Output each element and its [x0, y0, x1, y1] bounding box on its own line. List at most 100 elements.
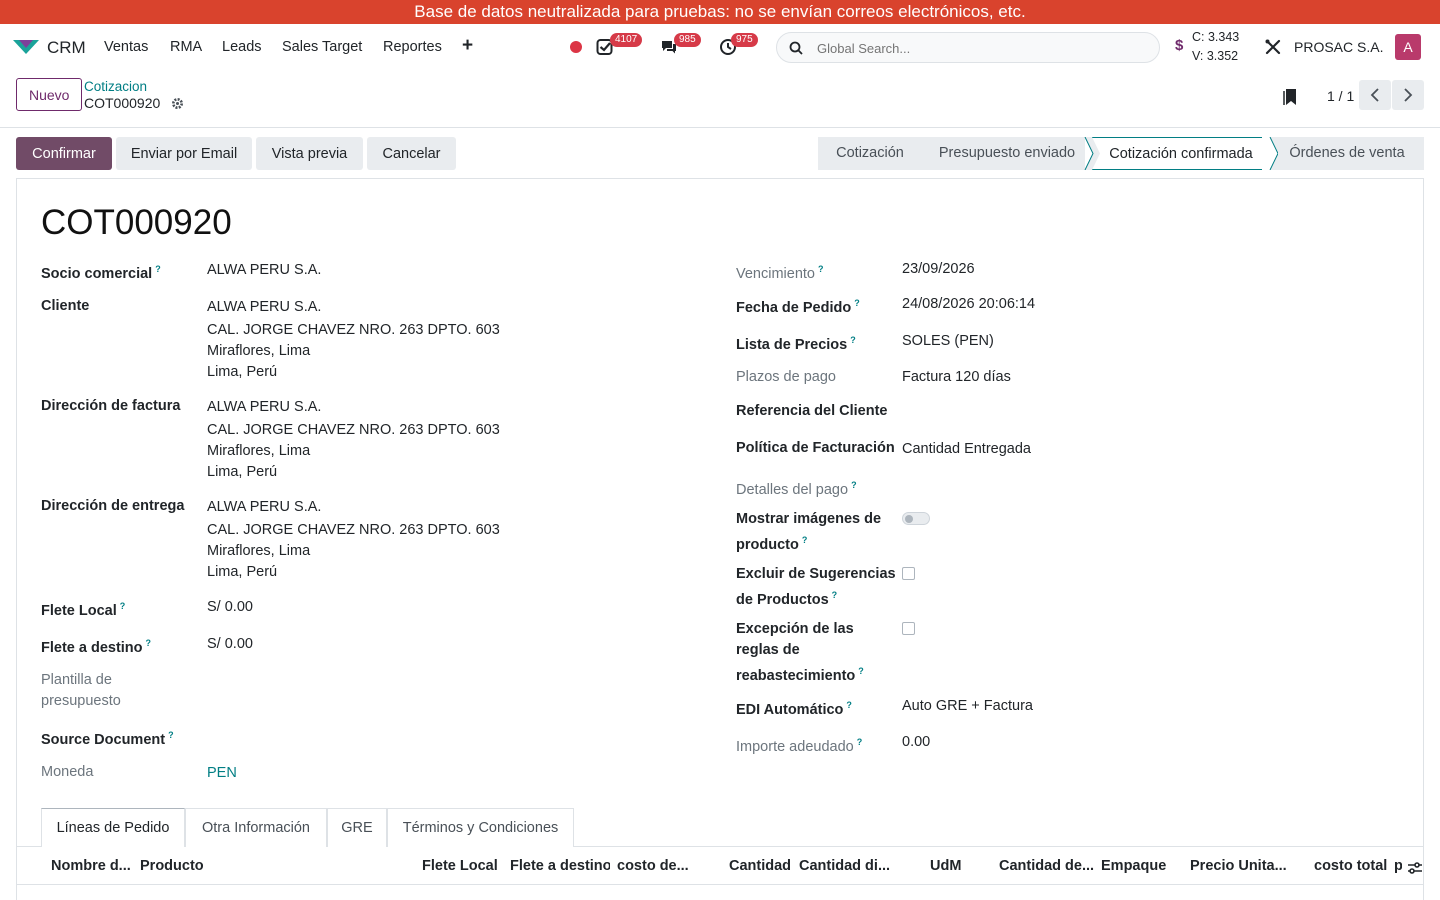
label-excluir-sugerencias: Excluir de Sugerencias de Productos? — [736, 566, 896, 608]
help-icon[interactable]: ? — [851, 480, 857, 490]
help-icon[interactable]: ? — [854, 298, 860, 308]
col-empaque[interactable]: Empaque — [1101, 858, 1171, 874]
pager-value[interactable]: 1 / 1 — [1327, 88, 1354, 104]
col-costo[interactable]: costo de... — [617, 858, 697, 874]
col-precio-unitario[interactable]: Precio Unita... — [1190, 858, 1290, 874]
pager-next-button[interactable] — [1392, 80, 1424, 110]
menu-reportes[interactable]: Reportes — [383, 39, 442, 55]
col-cantidad-entregada[interactable]: Cantidad de... — [999, 858, 1095, 874]
stage-presupuesto-enviado[interactable]: Presupuesto enviado — [922, 137, 1092, 170]
col-truncated[interactable]: p — [1394, 858, 1402, 874]
field-cliente[interactable]: ALWA PERU S.A. CAL. JORGE CHAVEZ NRO. 26… — [207, 297, 500, 383]
field-flete-destino[interactable]: S/ 0.00 — [207, 634, 253, 655]
stage-cotizacion[interactable]: Cotización — [818, 137, 922, 170]
excepcion-reabastecimiento-checkbox[interactable] — [902, 622, 915, 635]
label-mostrar-imagenes: Mostrar imágenes de producto? — [736, 511, 882, 553]
help-icon[interactable]: ? — [802, 535, 808, 545]
help-icon[interactable]: ? — [818, 264, 824, 274]
menu-ventas[interactable]: Ventas — [104, 39, 148, 55]
send-email-button[interactable]: Enviar por Email — [116, 137, 252, 170]
help-icon[interactable]: ? — [168, 730, 174, 740]
chevron-right-icon — [1404, 88, 1413, 102]
col-cantidad[interactable]: Cantidad — [729, 858, 793, 874]
plus-icon[interactable]: + — [462, 35, 473, 57]
label-fecha-pedido: Fecha de Pedido? — [736, 298, 860, 316]
label-moneda: Moneda — [41, 764, 94, 780]
label-flete-destino: Flete a destino? — [41, 638, 152, 656]
col-udm[interactable]: UdM — [930, 858, 970, 874]
label-edi-automatico: EDI Automático? — [736, 700, 852, 718]
bookmark-icon[interactable] — [1283, 88, 1297, 106]
new-button[interactable]: Nuevo — [16, 78, 83, 111]
gear-icon[interactable] — [171, 97, 184, 110]
label-direccion-entrega: Dirección de entrega — [41, 498, 185, 514]
field-direccion-entrega[interactable]: ALWA PERU S.A. CAL. JORGE CHAVEZ NRO. 26… — [207, 497, 500, 583]
field-lista-precios[interactable]: SOLES (PEN) — [902, 331, 994, 352]
user-avatar[interactable]: A — [1395, 34, 1421, 60]
field-edi-automatico[interactable]: Auto GRE + Factura — [902, 696, 1033, 717]
company-switcher[interactable]: PROSAC S.A. — [1294, 39, 1383, 55]
col-nombre[interactable]: Nombre d... — [51, 858, 133, 874]
field-moneda[interactable]: PEN — [207, 763, 237, 784]
recording-dot-icon[interactable] — [570, 41, 582, 53]
field-direccion-factura[interactable]: ALWA PERU S.A. CAL. JORGE CHAVEZ NRO. 26… — [207, 397, 500, 483]
rate-venta: V: 3.352 — [1192, 49, 1239, 63]
field-flete-local[interactable]: S/ 0.00 — [207, 597, 253, 618]
menu-leads[interactable]: Leads — [222, 39, 262, 55]
mostrar-imagenes-toggle[interactable] — [902, 512, 930, 525]
menu-rma[interactable]: RMA — [170, 39, 202, 55]
col-producto[interactable]: Producto — [140, 858, 220, 874]
field-importe-adeudado: 0.00 — [902, 734, 931, 750]
help-icon[interactable]: ? — [846, 700, 852, 710]
confirm-button[interactable]: Confirmar — [16, 137, 112, 170]
crm-logo-icon[interactable] — [12, 37, 40, 57]
col-cantidad-disponible[interactable]: Cantidad di... — [799, 858, 891, 874]
stage-ordenes-de-venta[interactable]: Órdenes de venta — [1270, 137, 1424, 170]
col-flete-destino[interactable]: Flete a destino — [510, 858, 610, 874]
label-plazos-pago: Plazos de pago — [736, 369, 836, 385]
pager-previous-button[interactable] — [1359, 80, 1391, 110]
record-title: COT000920 — [41, 203, 232, 242]
excluir-sugerencias-checkbox[interactable] — [902, 567, 915, 580]
help-icon[interactable]: ? — [146, 638, 152, 648]
global-search[interactable] — [776, 32, 1160, 63]
help-icon[interactable]: ? — [857, 737, 863, 747]
stage-cotizacion-confirmada[interactable]: Cotización confirmada — [1092, 137, 1270, 170]
breadcrumb-parent[interactable]: Cotizacion — [84, 79, 147, 94]
label-vencimiento: Vencimiento? — [736, 264, 824, 282]
top-navbar: CRM Ventas RMA Leads Sales Target Report… — [0, 24, 1440, 70]
col-costo-total[interactable]: costo total — [1314, 858, 1400, 874]
field-fecha-pedido[interactable]: 24/08/2026 20:06:14 — [902, 294, 1035, 315]
help-icon[interactable]: ? — [858, 666, 864, 676]
label-detalles-pago: Detalles del pago? — [736, 480, 857, 498]
field-politica-facturacion[interactable]: Cantidad Entregada — [902, 439, 1031, 460]
col-flete-local[interactable]: Flete Local — [422, 858, 502, 874]
help-icon[interactable]: ? — [850, 335, 856, 345]
rate-compra: C: 3.343 — [1192, 30, 1240, 44]
field-socio-comercial[interactable]: ALWA PERU S.A. — [207, 260, 321, 281]
label-importe-adeudado: Importe adeudado? — [736, 737, 863, 755]
form-statusbar: Confirmar Enviar por Email Vista previa … — [0, 137, 1440, 171]
column-settings-icon[interactable] — [1407, 860, 1423, 876]
help-icon[interactable]: ? — [832, 590, 838, 600]
help-icon[interactable]: ? — [155, 264, 161, 274]
tab-lineas-pedido[interactable]: Líneas de Pedido — [41, 808, 185, 847]
label-source-document: Source Document? — [41, 730, 174, 748]
tools-icon[interactable] — [1264, 38, 1282, 56]
label-politica-facturacion: Política de Facturación — [736, 440, 895, 456]
field-vencimiento[interactable]: 23/09/2026 — [902, 259, 975, 280]
tab-terminos-condiciones[interactable]: Términos y Condiciones — [387, 808, 574, 847]
tab-otra-informacion[interactable]: Otra Información — [185, 808, 327, 847]
global-search-input[interactable] — [817, 39, 1137, 57]
preview-button[interactable]: Vista previa — [256, 137, 363, 170]
label-lista-precios: Lista de Precios? — [736, 335, 856, 353]
menu-sales-target[interactable]: Sales Target — [282, 39, 362, 55]
search-icon — [789, 41, 803, 55]
chevron-left-icon — [1370, 88, 1379, 102]
tab-gre[interactable]: GRE — [327, 808, 387, 847]
field-plazos-pago[interactable]: Factura 120 días — [902, 367, 1011, 388]
cancel-button[interactable]: Cancelar — [367, 137, 456, 170]
breadcrumb-current: COT000920 — [84, 95, 161, 111]
help-icon[interactable]: ? — [120, 601, 126, 611]
app-name[interactable]: CRM — [47, 38, 86, 58]
